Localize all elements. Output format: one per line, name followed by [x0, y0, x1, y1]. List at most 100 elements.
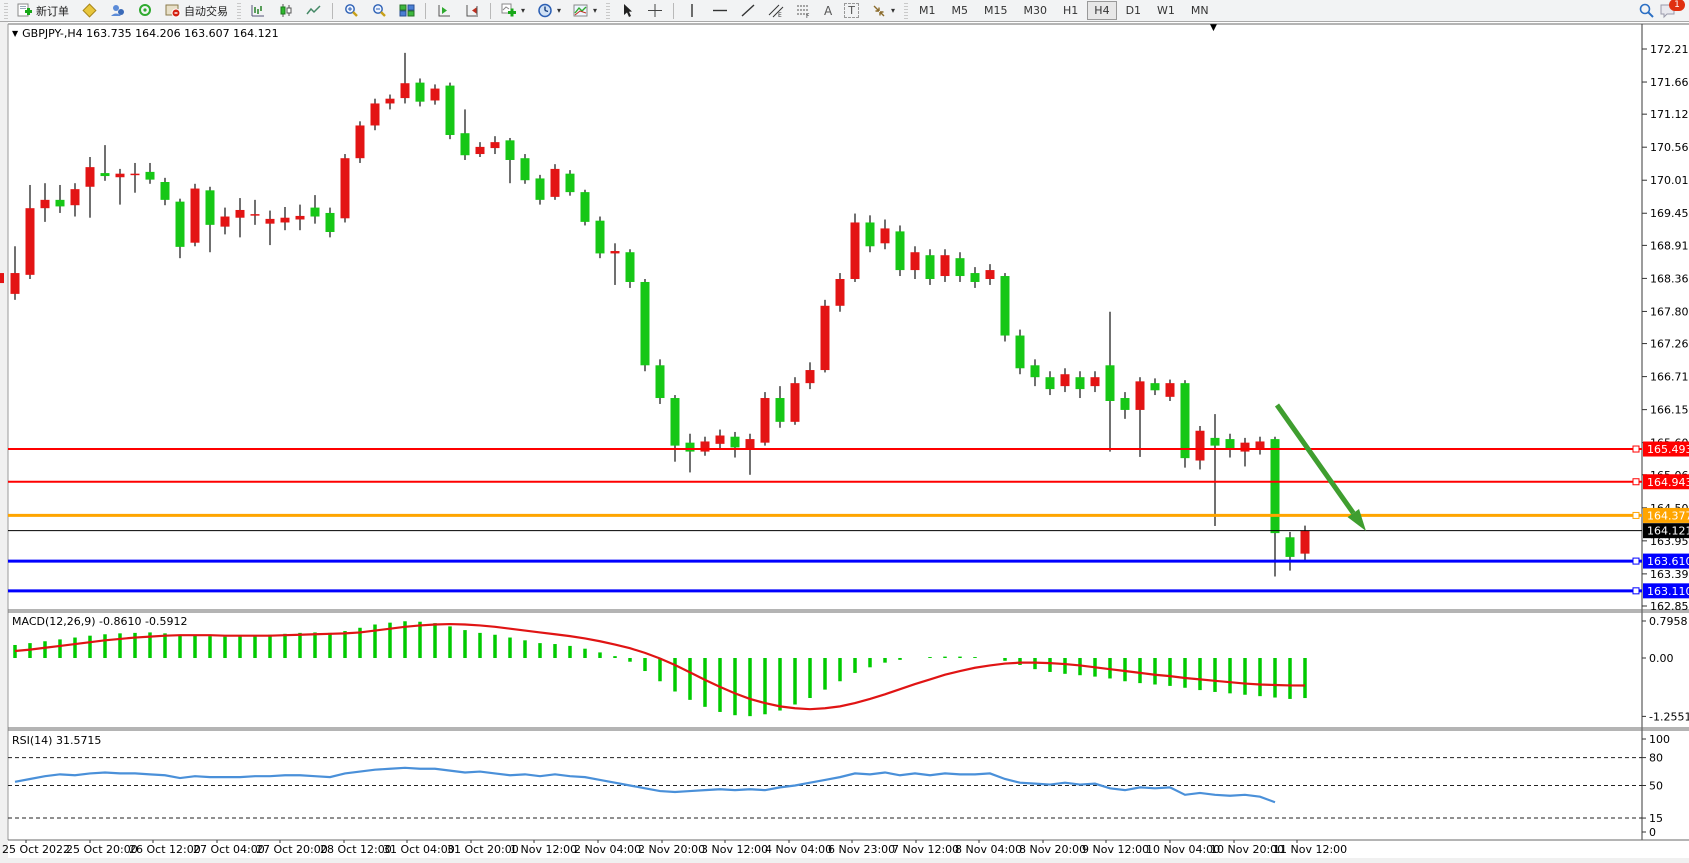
toolbar-grip[interactable] — [237, 3, 241, 19]
toolbar-grip[interactable] — [904, 3, 908, 19]
metaeditor-icon — [81, 3, 97, 18]
cursor-tool-button[interactable] — [614, 0, 640, 22]
chart-forward-icon — [436, 3, 452, 18]
new-order-button[interactable]: 新订单 — [12, 0, 74, 22]
horizontal-line-icon — [712, 3, 728, 18]
svg-text:7 Nov 12:00: 7 Nov 12:00 — [892, 843, 959, 856]
svg-text:163.395: 163.395 — [1650, 568, 1689, 581]
svg-text:F: F — [806, 13, 810, 18]
rsi-indicator-label: RSI(14) 31.5715 — [12, 734, 101, 747]
svg-text:2 Nov 04:00: 2 Nov 04:00 — [574, 843, 641, 856]
svg-text:80: 80 — [1649, 752, 1663, 765]
svg-text:9 Nov 12:00: 9 Nov 12:00 — [1082, 843, 1149, 856]
search-icon[interactable] — [1637, 3, 1653, 18]
svg-text:E: E — [778, 12, 782, 18]
chat-icon[interactable]: 1 — [1659, 3, 1679, 18]
signals-button[interactable] — [132, 0, 158, 22]
dropdown-arrow-icon: ▾ — [521, 6, 525, 15]
svg-text:172.215: 172.215 — [1650, 43, 1689, 56]
chart-shift-button[interactable] — [459, 0, 485, 22]
auto-trading-label: 自动交易 — [184, 3, 228, 19]
svg-text:31 Oct 20:00: 31 Oct 20:00 — [447, 843, 519, 856]
vertical-line-tool-button[interactable] — [679, 0, 705, 22]
new-order-label: 新订单 — [36, 3, 69, 19]
chart-canvas[interactable]: 172.215171.660171.120170.565170.010169.4… — [0, 22, 1689, 863]
svg-text:26 Oct 12:00: 26 Oct 12:00 — [129, 843, 201, 856]
zoom-out-button[interactable] — [366, 0, 392, 22]
bar-chart-icon — [250, 3, 266, 18]
text-tool-button[interactable]: A — [819, 0, 837, 22]
timeframe-h1-button[interactable]: H1 — [1056, 1, 1085, 20]
line-chart-button[interactable] — [301, 0, 327, 22]
chart-frame — [0, 22, 1689, 863]
toolbar-grip[interactable] — [606, 3, 610, 19]
svg-text:166.155: 166.155 — [1650, 404, 1689, 417]
chat-badge: 1 — [1669, 0, 1685, 11]
timeframe-d1-button[interactable]: D1 — [1119, 1, 1148, 20]
text-tool-icon: A — [824, 4, 832, 18]
svg-text:164.377: 164.377 — [1647, 509, 1689, 522]
profile-button[interactable] — [104, 0, 130, 22]
arrows-icon — [871, 3, 887, 18]
trendline-icon — [740, 3, 756, 18]
clock-icon — [537, 3, 553, 18]
crosshair-tool-button[interactable] — [642, 0, 668, 22]
equidistant-channel-icon: E — [768, 3, 784, 18]
vertical-line-icon — [684, 3, 700, 18]
bar-chart-button[interactable] — [245, 0, 271, 22]
periodicity-button[interactable]: ▾ — [532, 0, 566, 22]
tile-windows-button[interactable] — [394, 0, 420, 22]
timeframe-w1-button[interactable]: W1 — [1150, 1, 1182, 20]
crosshair-icon — [647, 3, 663, 18]
fibonacci-tool-button[interactable]: F — [791, 0, 817, 22]
metaeditor-button[interactable] — [76, 0, 102, 22]
collapse-triangle-icon[interactable]: ▼ — [12, 29, 18, 38]
timeframe-mn-button[interactable]: MN — [1184, 1, 1216, 20]
cursor-icon — [619, 3, 635, 18]
svg-text:8 Nov 04:00: 8 Nov 04:00 — [955, 843, 1022, 856]
text-label-tool-button[interactable]: T — [839, 0, 864, 22]
svg-text:1 Nov 12:00: 1 Nov 12:00 — [510, 843, 577, 856]
profile-icon — [109, 3, 125, 18]
fibonacci-icon: F — [796, 3, 812, 18]
svg-text:28 Oct 12:00: 28 Oct 12:00 — [320, 843, 392, 856]
zoom-in-icon — [343, 3, 359, 18]
svg-text:163.110: 163.110 — [1647, 585, 1689, 598]
template-icon — [573, 3, 589, 18]
timeframe-h4-button[interactable]: H4 — [1087, 1, 1116, 20]
time-axis[interactable]: 25 Oct 202225 Oct 20:0026 Oct 12:0027 Oc… — [2, 840, 1347, 856]
chart-shift-icon — [464, 3, 480, 18]
chart-title: ▼GBPJPY-,H4 163.735 164.206 163.607 164.… — [12, 27, 279, 40]
svg-text:162.855: 162.855 — [1650, 600, 1689, 613]
chart-forward-button[interactable] — [431, 0, 457, 22]
svg-text:2 Nov 20:00: 2 Nov 20:00 — [638, 843, 705, 856]
dropdown-arrow-icon: ▾ — [593, 6, 597, 15]
chart-shift-marker-icon[interactable]: ▼ — [1210, 23, 1217, 33]
toolbar-grip[interactable] — [4, 3, 8, 19]
arrows-tool-button[interactable]: ▾ — [866, 0, 900, 22]
signals-icon — [137, 3, 153, 18]
timeframe-m30-button[interactable]: M30 — [1017, 1, 1055, 20]
equidistant-channel-tool-button[interactable]: E — [763, 0, 789, 22]
candlestick-chart-button[interactable] — [273, 0, 299, 22]
svg-text:31 Oct 04:00: 31 Oct 04:00 — [383, 843, 455, 856]
auto-trading-button[interactable]: 自动交易 — [160, 0, 233, 22]
svg-text:27 Oct 04:00: 27 Oct 04:00 — [193, 843, 265, 856]
timeframe-m5-button[interactable]: M5 — [945, 1, 976, 20]
timeframe-m15-button[interactable]: M15 — [977, 1, 1015, 20]
timeframe-m1-button[interactable]: M1 — [912, 1, 943, 20]
svg-text:0: 0 — [1649, 826, 1656, 839]
chart-window[interactable]: 172.215171.660171.120170.565170.010169.4… — [0, 22, 1689, 863]
svg-text:3 Nov 12:00: 3 Nov 12:00 — [701, 843, 768, 856]
new-order-icon — [17, 3, 33, 18]
svg-text:50: 50 — [1649, 780, 1663, 793]
trendline-tool-button[interactable] — [735, 0, 761, 22]
new-chart-icon — [501, 3, 517, 18]
svg-text:163.610: 163.610 — [1647, 555, 1689, 568]
new-chart-button[interactable]: ▾ — [496, 0, 530, 22]
templates-button[interactable]: ▾ — [568, 0, 602, 22]
horizontal-line-tool-button[interactable] — [707, 0, 733, 22]
zoom-in-button[interactable] — [338, 0, 364, 22]
svg-text:169.455: 169.455 — [1650, 207, 1689, 220]
svg-text:6 Nov 23:00: 6 Nov 23:00 — [828, 843, 895, 856]
